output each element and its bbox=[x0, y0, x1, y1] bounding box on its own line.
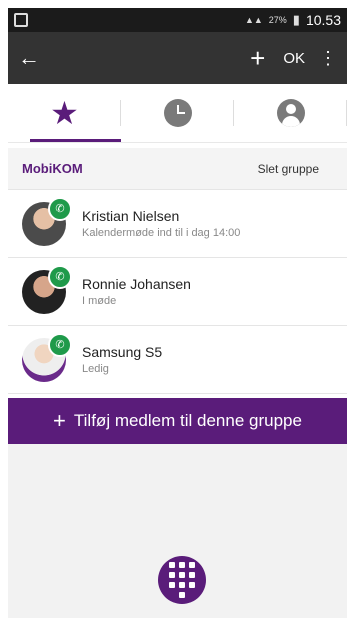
member-name: Samsung S5 bbox=[82, 344, 163, 360]
dialpad-button[interactable] bbox=[158, 556, 206, 604]
list-item[interactable]: ✆ Kristian Nielsen Kalendermøde ind til … bbox=[8, 190, 347, 258]
arrow-left-icon[interactable]: ← bbox=[18, 45, 40, 71]
group-header: MobiKOM Slet gruppe bbox=[8, 148, 347, 190]
group-name: MobiKOM bbox=[22, 161, 83, 176]
star-icon: ★ bbox=[50, 95, 79, 131]
ok-button[interactable]: OK bbox=[283, 50, 305, 67]
avatar: ✆ bbox=[22, 196, 72, 246]
member-name: Ronnie Johansen bbox=[82, 276, 191, 292]
clock-icon bbox=[163, 99, 192, 127]
member-status: I møde bbox=[82, 295, 117, 307]
add-member-label: Tilføj medlem til denne gruppe bbox=[73, 411, 302, 430]
status-bar: ▲▲ 27% ▮ 10.53 bbox=[8, 8, 347, 32]
tab-bar: ★ bbox=[8, 84, 347, 143]
member-status: Kalendermøde ind til i dag 14:00 bbox=[82, 227, 241, 239]
signal-icon: ▲▲ bbox=[244, 15, 263, 25]
member-status: Ledig bbox=[82, 363, 109, 375]
list-item[interactable]: ✆ Ronnie Johansen I møde bbox=[8, 258, 347, 326]
person-icon bbox=[276, 99, 305, 127]
avatar: ✆ bbox=[22, 264, 72, 314]
gallery-icon bbox=[14, 13, 28, 27]
app-bar: ← + OK ⋮ bbox=[8, 32, 347, 84]
phone-icon: ✆ bbox=[48, 196, 72, 221]
list-item[interactable]: ✆ Samsung S5 Ledig bbox=[8, 326, 347, 394]
tab-favorites[interactable]: ★ bbox=[8, 84, 121, 142]
phone-icon: ✆ bbox=[48, 264, 72, 289]
tab-recent[interactable] bbox=[121, 84, 234, 142]
add-member-button[interactable]: + Tilføj medlem til denne gruppe bbox=[8, 398, 347, 444]
plus-icon[interactable]: + bbox=[250, 43, 265, 74]
clock-time: 10.53 bbox=[305, 12, 341, 28]
member-list: ✆ Kristian Nielsen Kalendermøde ind til … bbox=[8, 190, 347, 394]
battery-percent: 27% bbox=[268, 15, 287, 25]
more-vert-icon[interactable]: ⋮ bbox=[319, 48, 337, 69]
avatar: ✆ bbox=[22, 332, 72, 382]
tab-contacts[interactable] bbox=[234, 84, 347, 142]
member-name: Kristian Nielsen bbox=[82, 208, 180, 224]
plus-icon: + bbox=[53, 408, 66, 433]
battery-icon: ▮ bbox=[292, 12, 300, 27]
phone-icon: ✆ bbox=[48, 332, 72, 357]
status-icons: ▲▲ 27% ▮ 10.53 bbox=[245, 12, 341, 28]
delete-group-button[interactable]: Slet gruppe bbox=[258, 162, 319, 176]
